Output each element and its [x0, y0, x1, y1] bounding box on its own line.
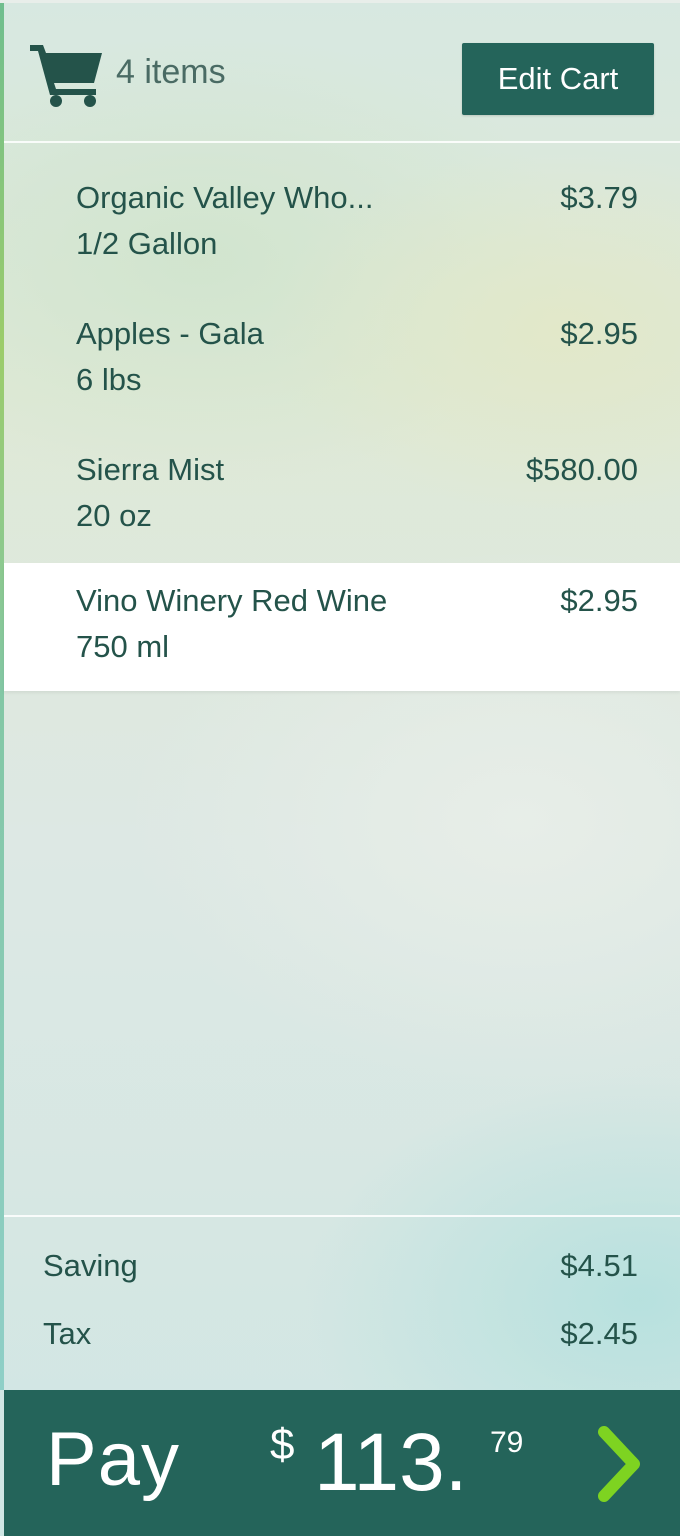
- item-price: $2.95: [560, 316, 638, 351]
- item-name: Vino Winery Red Wine: [76, 583, 388, 618]
- summary-divider: [4, 1215, 680, 1217]
- item-name: Sierra Mist: [76, 452, 225, 487]
- pay-label: Pay: [46, 1417, 180, 1502]
- cart-item[interactable]: Apples - Gala 6 lbs $2.95: [4, 296, 680, 424]
- saving-value: $4.51: [560, 1248, 638, 1283]
- edit-cart-button[interactable]: Edit Cart: [462, 43, 654, 115]
- item-quantity: 1/2 Gallon: [76, 226, 218, 261]
- item-price: $580.00: [525, 452, 638, 487]
- cart-item[interactable]: Organic Valley Who... 1/2 Gallon $3.79: [4, 160, 680, 288]
- item-quantity: 20 oz: [76, 498, 152, 533]
- item-price: $2.95: [560, 583, 638, 618]
- item-quantity: 750 ml: [76, 629, 170, 664]
- cart-item[interactable]: Sierra Mist 20 oz $580.00: [4, 432, 680, 560]
- tax-label: Tax: [43, 1316, 92, 1351]
- item-name: Apples - Gala: [76, 316, 264, 351]
- cart-header: 4 items Edit Cart: [4, 3, 680, 141]
- saving-label: Saving: [43, 1248, 138, 1283]
- shopping-cart-icon: [30, 45, 102, 107]
- total-amount: 113.: [314, 1417, 468, 1508]
- item-price: $3.79: [560, 180, 638, 215]
- chevron-right-icon: [598, 1426, 640, 1502]
- item-count: 4 items: [116, 53, 226, 91]
- cart-item-selected[interactable]: Vino Winery Red Wine 750 ml $2.95: [4, 563, 680, 691]
- pay-button[interactable]: Pay $ 113. 79: [4, 1390, 680, 1536]
- item-quantity: 6 lbs: [76, 362, 142, 397]
- tax-value: $2.45: [560, 1316, 638, 1351]
- currency-symbol: $: [270, 1420, 295, 1469]
- item-name: Organic Valley Who...: [76, 180, 374, 215]
- total-cents: 79: [490, 1426, 524, 1459]
- header-divider: [4, 141, 680, 143]
